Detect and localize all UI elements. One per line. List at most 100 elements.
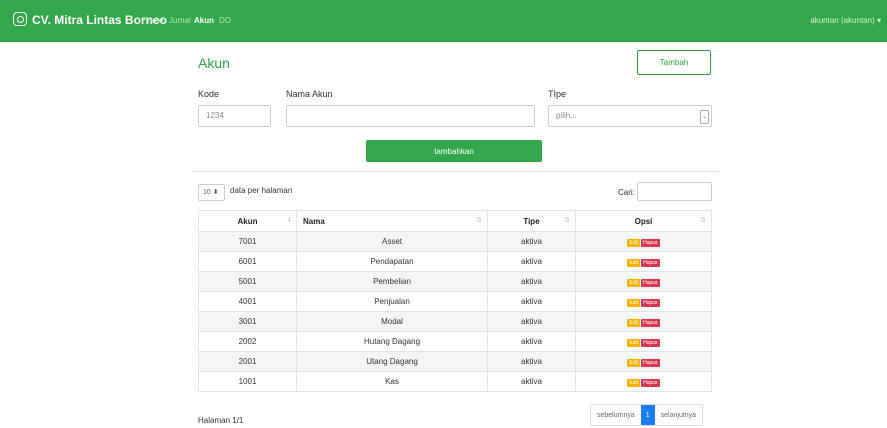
nav-akun[interactable]: Akun bbox=[194, 16, 214, 25]
cell-akun: 4001 bbox=[198, 291, 297, 312]
sort-icon: ⇅ bbox=[564, 217, 570, 224]
cell-akun: 7001 bbox=[198, 231, 297, 252]
cell-akun: 1001 bbox=[198, 371, 297, 392]
cell-opsi: Edit Hapus bbox=[575, 231, 712, 252]
table-row: 7001 Asset aktiva Edit Hapus bbox=[198, 231, 712, 252]
cell-nama: Penjualan bbox=[296, 291, 488, 312]
pagination: sebelumnya 1 selanjutnya bbox=[590, 404, 704, 426]
next-button[interactable]: selanjutnya bbox=[655, 405, 702, 425]
table-row: 6001 Pendapatan aktiva Edit Hapus bbox=[198, 251, 712, 272]
length-value: 10 bbox=[203, 189, 211, 196]
col-opsi[interactable]: Opsi ⇅ bbox=[575, 210, 712, 232]
delete-button[interactable]: Hapus bbox=[641, 238, 660, 247]
tipe-label: TIpe bbox=[548, 89, 567, 99]
akun-table: Akun ↓ Nama ⇅ Tipe ⇅ Opsi ⇅ 7001 Asset aktiva E… bbox=[198, 210, 712, 392]
table-row: 3001 Modal aktiva Edit Hapus bbox=[198, 311, 712, 332]
cell-nama: Hutang Dagang bbox=[296, 331, 488, 352]
cell-nama: Modal bbox=[296, 311, 488, 332]
delete-button[interactable]: Hapus bbox=[641, 358, 660, 367]
edit-button[interactable]: Edit bbox=[627, 258, 641, 267]
col-akun[interactable]: Akun ↓ bbox=[198, 210, 297, 232]
cell-akun: 2001 bbox=[198, 351, 297, 372]
table-row: 4001 Penjualan aktiva Edit Hapus bbox=[198, 291, 712, 312]
user-name: akuntan (akuntan) bbox=[810, 16, 875, 25]
edit-button[interactable]: Edit bbox=[627, 238, 641, 247]
length-label: data per halaman bbox=[230, 186, 293, 195]
col-opsi-label: Opsi bbox=[634, 216, 653, 226]
cell-nama: Utang Dagang bbox=[296, 351, 488, 372]
cell-nama: Kas bbox=[296, 371, 488, 392]
cell-akun: 2002 bbox=[198, 331, 297, 352]
delete-button[interactable]: Hapus bbox=[641, 318, 660, 327]
submit-button[interactable]: tambahkan bbox=[366, 140, 542, 162]
cell-tipe: aktiva bbox=[487, 331, 576, 352]
nav-do[interactable]: DO bbox=[219, 16, 231, 25]
edit-button[interactable]: Edit bbox=[627, 278, 641, 287]
prev-button[interactable]: sebelumnya bbox=[591, 405, 641, 425]
cell-tipe: aktiva bbox=[487, 291, 576, 312]
table-row: 5001 Pembelian aktiva Edit Hapus bbox=[198, 271, 712, 292]
nav-jurnal[interactable]: Jurnal bbox=[169, 16, 191, 25]
edit-button[interactable]: Edit bbox=[627, 338, 641, 347]
nama-input[interactable] bbox=[286, 105, 535, 127]
cell-opsi: Edit Hapus bbox=[575, 291, 712, 312]
cell-opsi: Edit Hapus bbox=[575, 271, 712, 292]
edit-button[interactable]: Edit bbox=[627, 318, 641, 327]
cell-opsi: Edit Hapus bbox=[575, 351, 712, 372]
nav-home[interactable]: Home bbox=[142, 16, 163, 25]
edit-button[interactable]: Edit bbox=[627, 358, 641, 367]
length-select[interactable]: 10 ⬍ bbox=[198, 184, 225, 201]
cell-nama: Asset bbox=[296, 231, 488, 252]
tipe-select[interactable]: pilih... ⌄ bbox=[548, 105, 712, 127]
delete-button[interactable]: Hapus bbox=[641, 298, 660, 307]
search-input[interactable] bbox=[637, 182, 712, 201]
edit-button[interactable]: Edit bbox=[627, 298, 641, 307]
cell-tipe: aktiva bbox=[487, 231, 576, 252]
col-nama[interactable]: Nama ⇅ bbox=[296, 210, 488, 232]
user-menu[interactable]: akuntan (akuntan) ▾ bbox=[810, 16, 881, 25]
divider bbox=[192, 171, 719, 172]
col-tipe-label: Tipe bbox=[523, 216, 540, 226]
table-row: 2002 Hutang Dagang aktiva Edit Hapus bbox=[198, 331, 712, 352]
cell-tipe: aktiva bbox=[487, 351, 576, 372]
cell-akun: 5001 bbox=[198, 271, 297, 292]
sort-icon: ⇅ bbox=[476, 217, 482, 224]
search-label: Cari: bbox=[618, 188, 635, 197]
table-row: 1001 Kas aktiva Edit Hapus bbox=[198, 371, 712, 392]
cell-akun: 3001 bbox=[198, 311, 297, 332]
kode-input[interactable]: 1234 bbox=[198, 105, 271, 127]
delete-button[interactable]: Hapus bbox=[641, 338, 660, 347]
cell-opsi: Edit Hapus bbox=[575, 331, 712, 352]
cell-opsi: Edit Hapus bbox=[575, 251, 712, 272]
nama-label: Nama Akun bbox=[286, 89, 333, 99]
page-1-button[interactable]: 1 bbox=[640, 405, 655, 425]
cell-tipe: aktiva bbox=[487, 371, 576, 392]
cell-akun: 6001 bbox=[198, 251, 297, 272]
page-title: Akun bbox=[198, 55, 230, 71]
kode-label: Kode bbox=[198, 89, 220, 99]
cell-tipe: aktiva bbox=[487, 271, 576, 292]
instagram-icon[interactable] bbox=[13, 12, 27, 26]
cell-tipe: aktiva bbox=[487, 251, 576, 272]
cell-nama: Pendapatan bbox=[296, 251, 488, 272]
navbar: CV. Mitra Lintas Borneo Home Jurnal Akun… bbox=[0, 0, 887, 42]
col-tipe[interactable]: Tipe ⇅ bbox=[487, 210, 576, 232]
col-akun-label: Akun bbox=[237, 216, 258, 226]
tipe-value: pilih... bbox=[556, 111, 577, 120]
cell-nama: Pembelian bbox=[296, 271, 488, 292]
sort-icon: ⇅ bbox=[700, 217, 706, 224]
cell-opsi: Edit Hapus bbox=[575, 371, 712, 392]
caret-down-icon: ▾ bbox=[876, 16, 881, 25]
add-button[interactable]: Tambah bbox=[637, 50, 711, 75]
delete-button[interactable]: Hapus bbox=[641, 258, 660, 267]
select-arrow-icon: ⌄ bbox=[700, 110, 709, 124]
edit-button[interactable]: Edit bbox=[627, 378, 641, 387]
cell-opsi: Edit Hapus bbox=[575, 311, 712, 332]
table-row: 2001 Utang Dagang aktiva Edit Hapus bbox=[198, 351, 712, 372]
delete-button[interactable]: Hapus bbox=[641, 378, 660, 387]
sort-desc-icon: ↓ bbox=[287, 216, 292, 223]
delete-button[interactable]: Hapus bbox=[641, 278, 660, 287]
cell-tipe: aktiva bbox=[487, 311, 576, 332]
page-info: Halaman 1/1 bbox=[198, 416, 244, 425]
col-nama-label: Nama bbox=[303, 216, 325, 226]
